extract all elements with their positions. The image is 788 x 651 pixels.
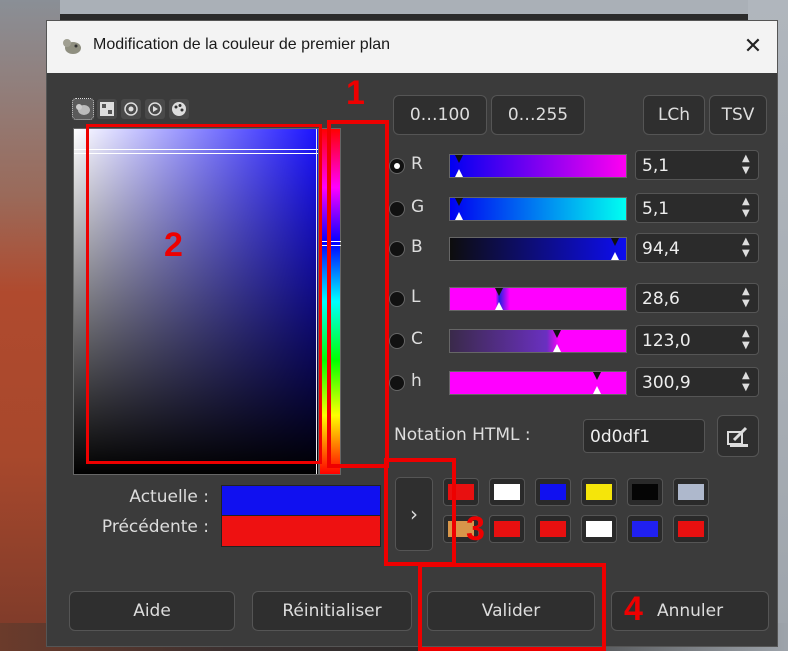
- lch-button[interactable]: LCh: [643, 95, 705, 135]
- current-label: Actuelle :: [129, 487, 209, 507]
- channel-label-b: B: [411, 237, 423, 257]
- slider-b[interactable]: [449, 237, 627, 261]
- reset-button[interactable]: Réinitialiser: [252, 591, 412, 631]
- radio-g[interactable]: [389, 201, 405, 217]
- radio-r[interactable]: [389, 158, 405, 174]
- history-swatch[interactable]: [673, 515, 709, 543]
- color-picker-button[interactable]: [717, 415, 759, 457]
- channel-label-c: C: [411, 329, 423, 349]
- current-color-swatch: [221, 485, 381, 517]
- history-swatch[interactable]: [627, 478, 663, 506]
- value-field-h[interactable]: 300,9 ▲ ▼: [635, 367, 759, 397]
- channel-label-l: L: [411, 287, 421, 307]
- spin-arrows-icon[interactable]: ▲ ▼: [742, 153, 752, 177]
- close-button[interactable]: ✕: [737, 31, 769, 63]
- cmyk-selector-icon[interactable]: [97, 99, 117, 119]
- history-swatch-color: [632, 521, 658, 537]
- spin-arrows-icon[interactable]: ▲ ▼: [742, 196, 752, 220]
- channel-label-r: R: [411, 154, 423, 174]
- annotation-number-3: 3: [466, 510, 485, 548]
- history-swatch-color: [586, 484, 612, 500]
- html-notation-input[interactable]: 0d0df1: [583, 419, 705, 453]
- history-swatch-color: [678, 484, 704, 500]
- annotation-box-3: [384, 458, 456, 566]
- desktop-background: [0, 0, 788, 14]
- eyedropper-icon: [727, 426, 748, 447]
- annotation-number-1: 1: [346, 74, 365, 112]
- title-bar[interactable]: Modification de la couleur de premier pl…: [47, 21, 777, 73]
- radio-b[interactable]: [389, 241, 405, 257]
- history-swatch[interactable]: [489, 515, 525, 543]
- channel-label-g: G: [411, 197, 425, 217]
- value-field-c[interactable]: 123,0 ▲ ▼: [635, 325, 759, 355]
- selector-tabs: [72, 98, 189, 121]
- spin-arrows-icon[interactable]: ▲ ▼: [742, 328, 752, 352]
- value-field-r[interactable]: 5,1 ▲ ▼: [635, 150, 759, 180]
- spin-arrows-icon[interactable]: ▲ ▼: [742, 370, 752, 394]
- annotation-number-2: 2: [164, 226, 183, 264]
- radio-c[interactable]: [389, 333, 405, 349]
- value-field-b[interactable]: 94,4 ▲ ▼: [635, 233, 759, 263]
- history-swatch[interactable]: [673, 478, 709, 506]
- history-swatch-color: [632, 484, 658, 500]
- wheel-selector-icon[interactable]: [145, 99, 165, 119]
- channel-label-h: h: [411, 371, 422, 391]
- spin-arrows-icon[interactable]: ▲ ▼: [742, 236, 752, 260]
- history-swatch[interactable]: [581, 515, 617, 543]
- previous-color-swatch[interactable]: [221, 515, 381, 547]
- slider-g[interactable]: [449, 197, 627, 221]
- html-notation-label: Notation HTML :: [394, 425, 531, 445]
- slider-r[interactable]: [449, 154, 627, 178]
- history-swatch-color: [586, 521, 612, 537]
- radio-h[interactable]: [389, 375, 405, 391]
- annotation-number-4: 4: [624, 590, 643, 628]
- radio-l[interactable]: [389, 291, 405, 307]
- annotation-box-2: [86, 124, 322, 464]
- slider-h[interactable]: [449, 371, 627, 395]
- tsv-button[interactable]: TSV: [709, 95, 767, 135]
- range-0-100-button[interactable]: 0…100: [393, 95, 487, 135]
- dialog-title: Modification de la couleur de premier pl…: [93, 36, 391, 53]
- slider-l[interactable]: [449, 287, 627, 311]
- watercolor-selector-icon[interactable]: [121, 99, 141, 119]
- gimp-selector-icon[interactable]: [72, 98, 94, 120]
- value-field-l[interactable]: 28,6 ▲ ▼: [635, 283, 759, 313]
- history-swatch-color: [494, 521, 520, 537]
- spin-arrows-icon[interactable]: ▲ ▼: [742, 286, 752, 310]
- history-swatch-color: [494, 484, 520, 500]
- history-swatch-color: [540, 484, 566, 500]
- history-swatch[interactable]: [489, 478, 525, 506]
- range-0-255-button[interactable]: 0…255: [491, 95, 585, 135]
- previous-label: Précédente :: [101, 517, 209, 537]
- value-field-g[interactable]: 5,1 ▲ ▼: [635, 193, 759, 223]
- help-button[interactable]: Aide: [69, 591, 235, 631]
- history-swatch-color: [678, 521, 704, 537]
- annotation-box-4: [418, 563, 606, 651]
- history-swatch[interactable]: [535, 478, 571, 506]
- palette-selector-icon[interactable]: [169, 99, 189, 119]
- history-swatch-color: [540, 521, 566, 537]
- annotation-box-1: [327, 120, 389, 468]
- gimp-icon: [63, 39, 81, 54]
- slider-c[interactable]: [449, 329, 627, 353]
- history-swatch[interactable]: [627, 515, 663, 543]
- history-swatch[interactable]: [581, 478, 617, 506]
- history-swatch[interactable]: [535, 515, 571, 543]
